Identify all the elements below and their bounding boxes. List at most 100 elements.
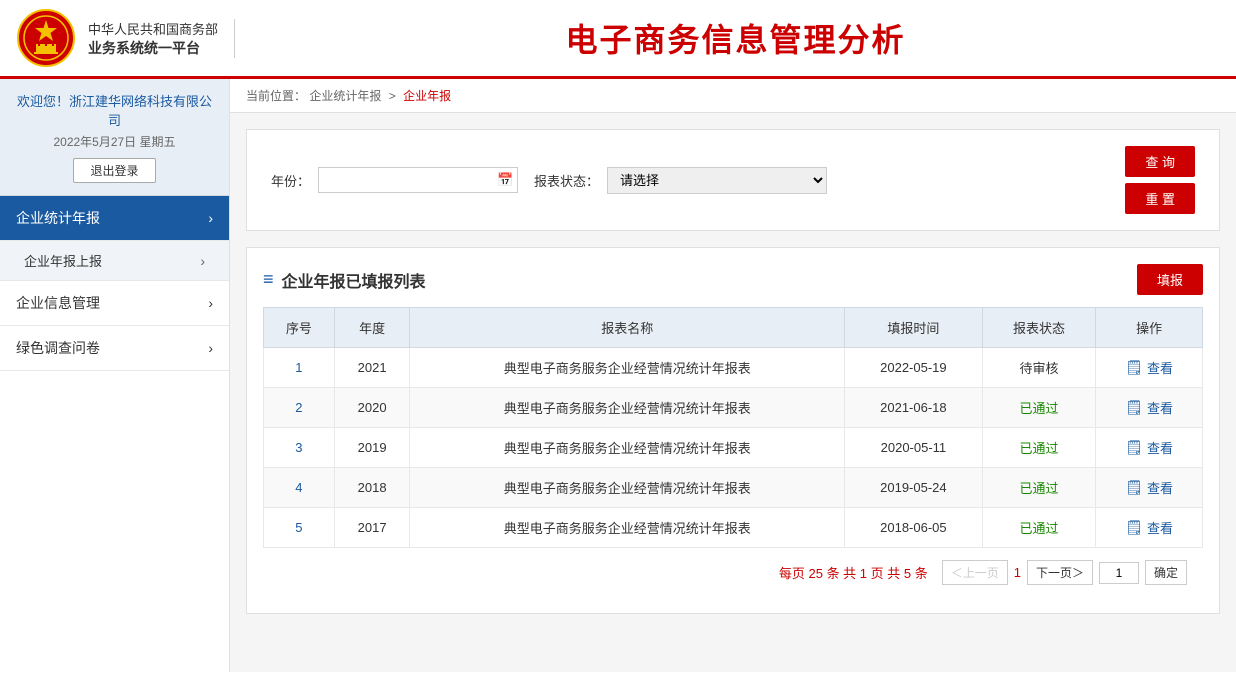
cell-action: 🗒 查看 <box>1096 388 1203 428</box>
col-status: 报表状态 <box>982 308 1096 348</box>
sidebar-item-annual-report-submit[interactable]: 企业年报上报 › <box>0 241 229 281</box>
header-main-title: 电子商务信息管理分析 <box>251 15 1220 61</box>
cell-year: 2019 <box>334 428 410 468</box>
cell-action: 🗒 查看 <box>1096 508 1203 548</box>
cell-seq: 5 <box>264 508 335 548</box>
cell-time: 2018-06-05 <box>845 508 982 548</box>
year-label: 年份： <box>271 171 310 190</box>
breadcrumb-current: 企业年报 <box>403 89 451 103</box>
header-org-line1: 中华人民共和国商务部 <box>88 19 218 38</box>
table-title-text: 企业年报已填报列表 <box>282 268 426 292</box>
view-icon: 🗒 <box>1125 399 1143 416</box>
pagination: 每页 25 条 共 1 页 共 5 条 ＜上一页 1 下一页＞ 确定 <box>263 548 1203 597</box>
cell-seq: 2 <box>264 388 335 428</box>
view-action-link[interactable]: 🗒 查看 <box>1104 518 1194 537</box>
sidebar: 欢迎您！浙江建华网络科技有限公司 2022年5月27日 星期五 退出登录 企业统… <box>0 79 230 672</box>
action-text[interactable]: 查看 <box>1147 358 1173 377</box>
query-button[interactable]: 查 询 <box>1125 146 1195 177</box>
sidebar-user-section: 欢迎您！浙江建华网络科技有限公司 2022年5月27日 星期五 退出登录 <box>0 79 229 196</box>
breadcrumb: 当前位置： 企业统计年报 > 企业年报 <box>230 79 1236 113</box>
action-text[interactable]: 查看 <box>1147 438 1173 457</box>
cell-name: 典型电子商务服务企业经营情况统计年报表 <box>410 468 845 508</box>
chevron-right-icon: › <box>208 210 213 226</box>
cell-year: 2017 <box>334 508 410 548</box>
search-buttons: 查 询 重 置 <box>1125 146 1195 214</box>
prev-page-button[interactable]: ＜上一页 <box>942 560 1008 585</box>
table-header-row: 序号 年度 报表名称 填报时间 报表状态 操作 <box>264 308 1203 348</box>
view-icon: 🗒 <box>1125 479 1143 496</box>
cell-name: 典型电子商务服务企业经营情况统计年报表 <box>410 508 845 548</box>
cell-name: 典型电子商务服务企业经营情况统计年报表 <box>410 348 845 388</box>
breadcrumb-parent[interactable]: 企业统计年报 <box>309 89 381 103</box>
main-content: 当前位置： 企业统计年报 > 企业年报 年份： 📅 报表状态： 请选择 <box>230 79 1236 672</box>
logout-button[interactable]: 退出登录 <box>73 158 155 183</box>
cell-name: 典型电子商务服务企业经营情况统计年报表 <box>410 428 845 468</box>
logo <box>16 8 76 68</box>
fill-button[interactable]: 填报 <box>1137 264 1203 295</box>
search-panel: 年份： 📅 报表状态： 请选择 待审核 已通过 未通过 <box>246 129 1220 231</box>
view-action-link[interactable]: 🗒 查看 <box>1104 478 1194 497</box>
col-time: 填报时间 <box>845 308 982 348</box>
pagination-info: 每页 25 条 共 1 页 共 5 条 <box>779 563 928 582</box>
chevron-right-icon: › <box>200 253 205 269</box>
chevron-right-icon: › <box>208 295 213 311</box>
sidebar-date: 2022年5月27日 星期五 <box>12 133 217 150</box>
cell-year: 2020 <box>334 388 410 428</box>
next-page-button[interactable]: 下一页＞ <box>1027 560 1093 585</box>
cell-status: 已通过 <box>982 508 1096 548</box>
cell-year: 2018 <box>334 468 410 508</box>
cell-action: 🗒 查看 <box>1096 348 1203 388</box>
table-row: 4 2018 典型电子商务服务企业经营情况统计年报表 2019-05-24 已通… <box>264 468 1203 508</box>
cell-status: 待审核 <box>982 348 1096 388</box>
cell-action: 🗒 查看 <box>1096 468 1203 508</box>
sidebar-subitem-label: 企业年报上报 <box>24 251 102 270</box>
table-row: 5 2017 典型电子商务服务企业经营情况统计年报表 2018-06-05 已通… <box>264 508 1203 548</box>
cell-time: 2020-05-11 <box>845 428 982 468</box>
sidebar-item-label: 绿色调查问卷 <box>16 338 100 358</box>
cell-seq: 4 <box>264 468 335 508</box>
status-select[interactable]: 请选择 待审核 已通过 未通过 <box>607 167 827 194</box>
data-table: 序号 年度 报表名称 填报时间 报表状态 操作 1 2021 典型电子商务服务企… <box>263 307 1203 548</box>
action-text[interactable]: 查看 <box>1147 398 1173 417</box>
page-confirm-button[interactable]: 确定 <box>1145 560 1187 585</box>
sidebar-menu: 企业统计年报 › 企业年报上报 › 企业信息管理 › 绿色调查问卷 › <box>0 196 229 371</box>
view-icon: 🗒 <box>1125 519 1143 536</box>
view-action-link[interactable]: 🗒 查看 <box>1104 438 1194 457</box>
cell-name: 典型电子商务服务企业经营情况统计年报表 <box>410 388 845 428</box>
sidebar-item-label: 企业统计年报 <box>16 208 100 228</box>
year-field: 年份： 📅 <box>271 167 518 193</box>
action-text[interactable]: 查看 <box>1147 478 1173 497</box>
view-icon: 🗒 <box>1125 439 1143 456</box>
cell-status: 已通过 <box>982 428 1096 468</box>
view-action-link[interactable]: 🗒 查看 <box>1104 358 1194 377</box>
table-row: 2 2020 典型电子商务服务企业经营情况统计年报表 2021-06-18 已通… <box>264 388 1203 428</box>
status-label: 报表状态： <box>534 171 599 190</box>
chevron-right-icon: › <box>208 340 213 356</box>
sidebar-item-label: 企业信息管理 <box>16 293 100 313</box>
cell-status: 已通过 <box>982 468 1096 508</box>
list-icon: ≡ <box>263 269 274 290</box>
reset-button[interactable]: 重 置 <box>1125 183 1195 214</box>
cell-seq: 3 <box>264 428 335 468</box>
table-header: ≡ 企业年报已填报列表 填报 <box>263 264 1203 295</box>
cell-time: 2019-05-24 <box>845 468 982 508</box>
sidebar-item-survey[interactable]: 绿色调查问卷 › <box>0 326 229 371</box>
calendar-icon[interactable]: 📅 <box>497 172 513 188</box>
year-input-wrapper: 📅 <box>318 167 518 193</box>
page-input[interactable] <box>1099 562 1139 584</box>
status-field: 报表状态： 请选择 待审核 已通过 未通过 <box>534 167 827 194</box>
col-action: 操作 <box>1096 308 1203 348</box>
sidebar-item-company-info[interactable]: 企业信息管理 › <box>0 281 229 326</box>
action-text[interactable]: 查看 <box>1147 518 1173 537</box>
year-input[interactable] <box>327 173 497 188</box>
view-action-link[interactable]: 🗒 查看 <box>1104 398 1194 417</box>
sidebar-item-annual-report[interactable]: 企业统计年报 › <box>0 196 229 241</box>
col-seq: 序号 <box>264 308 335 348</box>
content-area: 年份： 📅 报表状态： 请选择 待审核 已通过 未通过 <box>230 113 1236 630</box>
header: 中华人民共和国商务部 业务系统统一平台 电子商务信息管理分析 <box>0 0 1236 79</box>
sidebar-welcome: 欢迎您！浙江建华网络科技有限公司 <box>12 91 217 129</box>
header-org-line2: 业务系统统一平台 <box>88 38 218 58</box>
col-year: 年度 <box>334 308 410 348</box>
table-row: 1 2021 典型电子商务服务企业经营情况统计年报表 2022-05-19 待审… <box>264 348 1203 388</box>
table-row: 3 2019 典型电子商务服务企业经营情况统计年报表 2020-05-11 已通… <box>264 428 1203 468</box>
